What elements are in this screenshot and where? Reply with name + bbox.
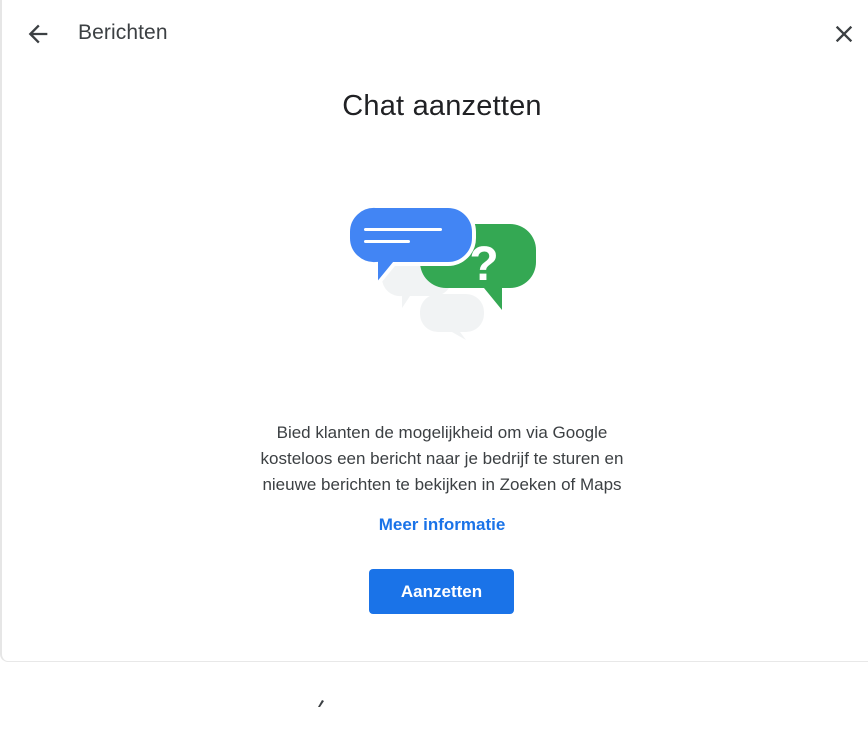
page-title: Chat aanzetten	[342, 90, 542, 122]
chat-illustration: ?	[338, 196, 548, 346]
chat-bubbles-icon: ?	[345, 203, 536, 340]
cursor-fragment	[318, 700, 324, 707]
description-line: nieuwe berichten te bekijken in Zoeken o…	[262, 475, 622, 494]
close-button[interactable]	[830, 20, 858, 48]
close-icon	[835, 25, 853, 43]
blue-bubble-line-2	[364, 240, 410, 243]
description-line: Bied klanten de mogelijkheid om via Goog…	[276, 423, 608, 442]
blue-bubble-line-1	[364, 228, 442, 231]
description-line: kosteloos een bericht naar je bedrijf te…	[260, 449, 624, 468]
learn-more-link[interactable]: Meer informatie	[2, 515, 868, 535]
messages-panel: Berichten Chat aanzetten ? Bied klanten …	[0, 0, 868, 662]
turn-on-button[interactable]: Aanzetten	[369, 569, 514, 614]
panel-header: Berichten	[2, 0, 868, 68]
grey-bubble-large	[420, 294, 484, 340]
arrow-back-icon	[28, 24, 48, 44]
header-title: Berichten	[78, 21, 168, 44]
description-text: Bied klanten de mogelijkheid om via Goog…	[222, 420, 662, 498]
back-button[interactable]	[24, 20, 52, 48]
